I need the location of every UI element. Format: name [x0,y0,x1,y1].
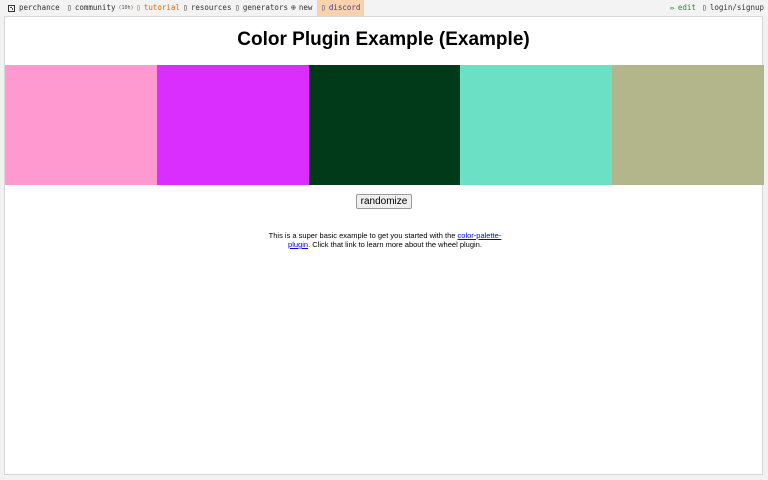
description-text: This is a super basic example to get you… [268,231,502,249]
page-title: Color Plugin Example (Example) [237,29,530,50]
login-signup-link[interactable]: ▯ login/signup [702,0,764,16]
community-badge: (10h) [118,5,134,11]
description-before: This is a super basic example to get you… [268,231,458,240]
nav-new[interactable]: ⊕ new [291,0,312,16]
community-icon: ▯ [67,3,72,12]
tutorial-icon: ▯ [136,3,141,12]
color-swatch-2 [157,65,309,185]
login-signup-label: login/signup [709,3,765,12]
color-swatch-5 [612,65,764,185]
edit-link[interactable]: ✏ edit [670,0,696,16]
nav-discord[interactable]: ▯ discord [317,0,365,16]
nav-new-label: new [298,3,313,12]
pencil-icon: ✏ [670,3,675,12]
color-swatch-4 [460,65,612,185]
randomize-button[interactable]: randomize [356,194,412,209]
nav-generators[interactable]: ▯ generators [235,0,288,16]
nav-tutorial[interactable]: ▯ tutorial [136,0,180,16]
resources-icon: ▯ [183,3,188,12]
plus-circle-icon: ⊕ [291,3,296,12]
generator-frame: Color Plugin Example (Example) randomize… [4,16,764,475]
color-swatch-1 [5,65,157,185]
nav-community[interactable]: ▯ community (10h) [67,0,134,16]
nav-tutorial-label: tutorial [143,3,180,12]
color-swatch-3 [309,65,460,185]
nav-resources-label: resources [190,3,232,12]
dice-icon [8,4,15,12]
nav-generators-label: generators [242,3,288,12]
user-icon: ▯ [702,3,707,12]
nav-discord-label: discord [328,3,361,12]
top-nav-bar: perchance ▯ community (10h) ▯ tutorial ▯… [0,0,768,16]
description-after: . Click that link to learn more about th… [308,240,482,249]
nav-perchance-label: perchance [19,3,60,12]
color-swatches [5,65,764,185]
nav-community-label: community [74,3,116,12]
discord-icon: ▯ [321,3,326,12]
nav-resources[interactable]: ▯ resources [183,0,231,16]
nav-perchance[interactable]: perchance [8,0,60,16]
edit-label: edit [677,3,696,12]
generators-icon: ▯ [235,3,240,12]
